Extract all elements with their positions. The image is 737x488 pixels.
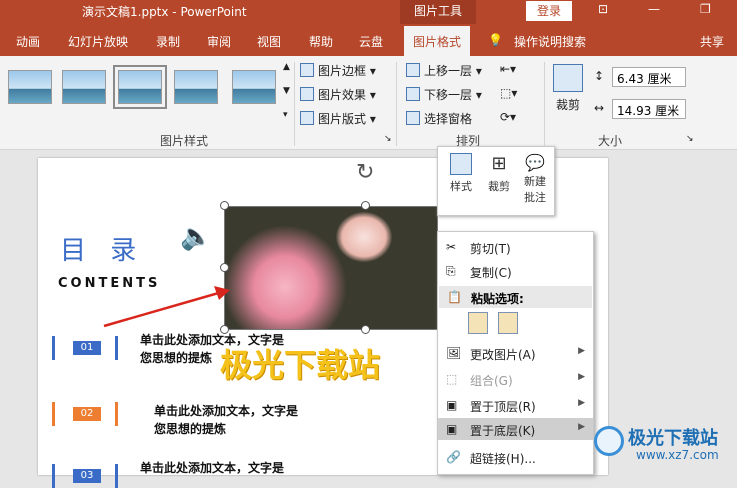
paste-keep-source-icon[interactable] (498, 312, 518, 334)
menu-item-hyperlink[interactable]: 🔗 超链接(H)... (438, 446, 593, 468)
menu-item-copy[interactable]: ⎘ 复制(C) (438, 260, 593, 282)
send-to-back-icon: ▣ (446, 422, 458, 436)
menu-item-cut[interactable]: ✂ 剪切(T) (438, 236, 593, 258)
menu-item-bring-to-front[interactable]: ▣ 置于顶层(R) ▶ (438, 394, 593, 416)
annotation-arrows (103, 286, 569, 430)
crop-icon: ⊞ (491, 153, 507, 174)
crop-mini-button[interactable]: ⊞ 裁剪 (482, 153, 516, 194)
paste-icon: 📋 (447, 290, 462, 304)
watermark-text: 极光下载站 (220, 346, 381, 384)
menu-item-send-to-back[interactable]: ▣ 置于底层(K) ▶ (438, 418, 593, 440)
link-icon: 🔗 (446, 450, 461, 464)
context-menu: ✂ 剪切(T) ⎘ 复制(C) 📋 粘贴选项: 🖼 更改图片(A) ▶ ⬚ 组合(G) ▶ ▣… (437, 231, 594, 475)
submenu-arrow-icon: ▶ (578, 422, 585, 432)
copy-icon: ⎘ (446, 264, 456, 278)
menu-item-change-picture[interactable]: 🖼 更改图片(A) ▶ (438, 342, 593, 364)
submenu-arrow-icon: ▶ (578, 398, 585, 408)
paste-picture-icon[interactable] (468, 312, 488, 334)
mini-toolbar: 样式 ⊞ 裁剪 💬 新建 批注 (437, 146, 555, 216)
bring-to-front-icon: ▣ (446, 398, 458, 412)
scissors-icon: ✂ (446, 240, 457, 254)
paste-options-header: 📋 粘贴选项: (439, 286, 592, 308)
change-picture-icon: 🖼 (446, 346, 462, 360)
group-icon: ⬚ (446, 372, 458, 386)
brand-logo-icon (594, 426, 624, 456)
new-comment-button[interactable]: 💬 新建 批注 (518, 153, 552, 205)
menu-item-group: ⬚ 组合(G) ▶ (446, 372, 585, 388)
style-button[interactable]: 样式 (444, 153, 478, 194)
submenu-arrow-icon: ▶ (578, 346, 585, 356)
comment-icon: 💬 (525, 153, 545, 172)
style-icon (450, 153, 472, 175)
submenu-arrow-icon: ▶ (578, 372, 585, 382)
brand-logo: 极光下载站 www.xz7.com (590, 420, 735, 470)
